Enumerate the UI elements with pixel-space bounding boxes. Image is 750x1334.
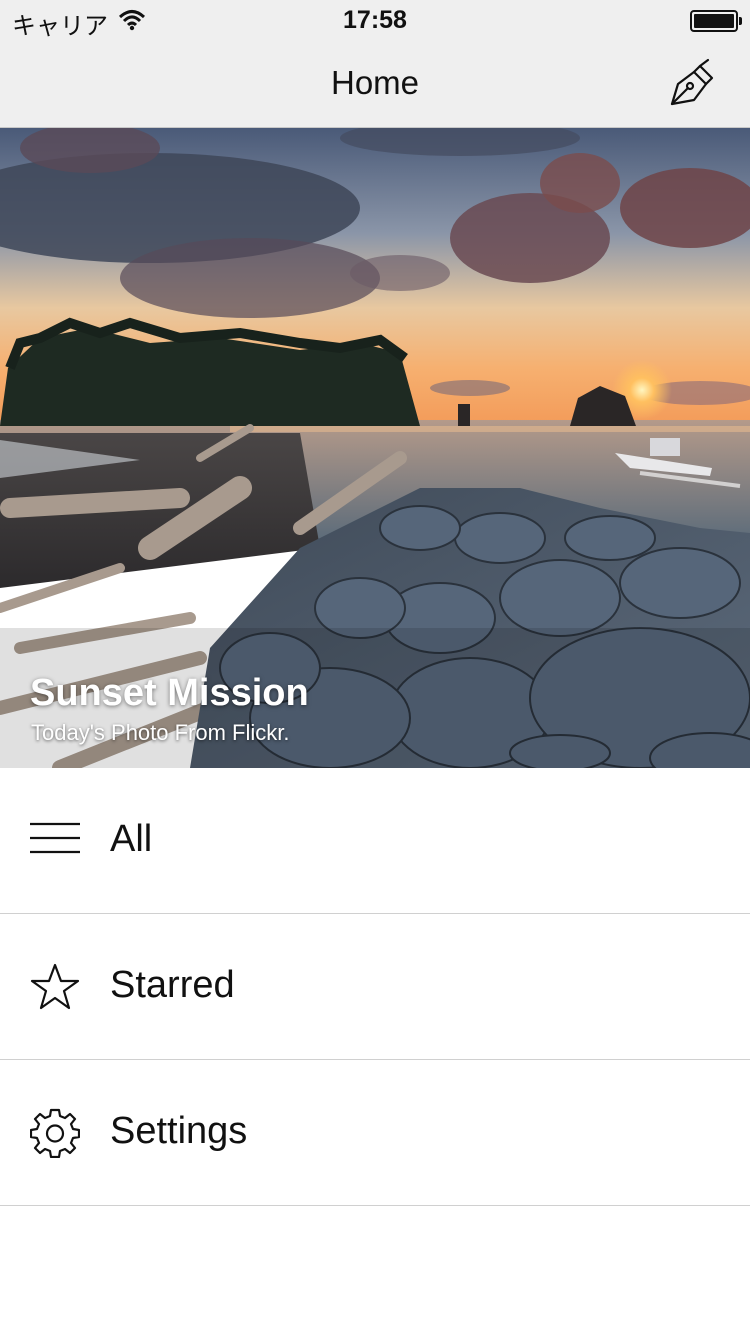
menu-item-all[interactable]: All: [0, 768, 750, 914]
star-icon: [30, 963, 80, 1010]
menu-item-label: Starred: [110, 964, 235, 1006]
battery-icon: [690, 10, 742, 32]
status-time: 17:58: [343, 6, 407, 34]
navigation-bar: Home: [0, 40, 750, 128]
hero-photo[interactable]: Sunset Mission Today's Photo From Flickr…: [0, 128, 750, 768]
menu-list: All Starred Settings: [0, 768, 750, 1206]
menu-item-starred[interactable]: Starred: [0, 914, 750, 1060]
menu-item-settings[interactable]: Settings: [0, 1060, 750, 1206]
gear-icon: [30, 1108, 80, 1158]
menu-item-label: All: [110, 818, 153, 860]
status-bar: キャリア 17:58: [0, 0, 750, 40]
pen-nib-icon[interactable]: [664, 56, 722, 114]
menu-item-label: Settings: [110, 1110, 248, 1152]
list-icon: [30, 822, 80, 854]
hero-subtitle: Today's Photo From Flickr.: [31, 720, 290, 745]
hero-title: Sunset Mission: [30, 672, 309, 714]
page-title: Home: [330, 64, 420, 101]
